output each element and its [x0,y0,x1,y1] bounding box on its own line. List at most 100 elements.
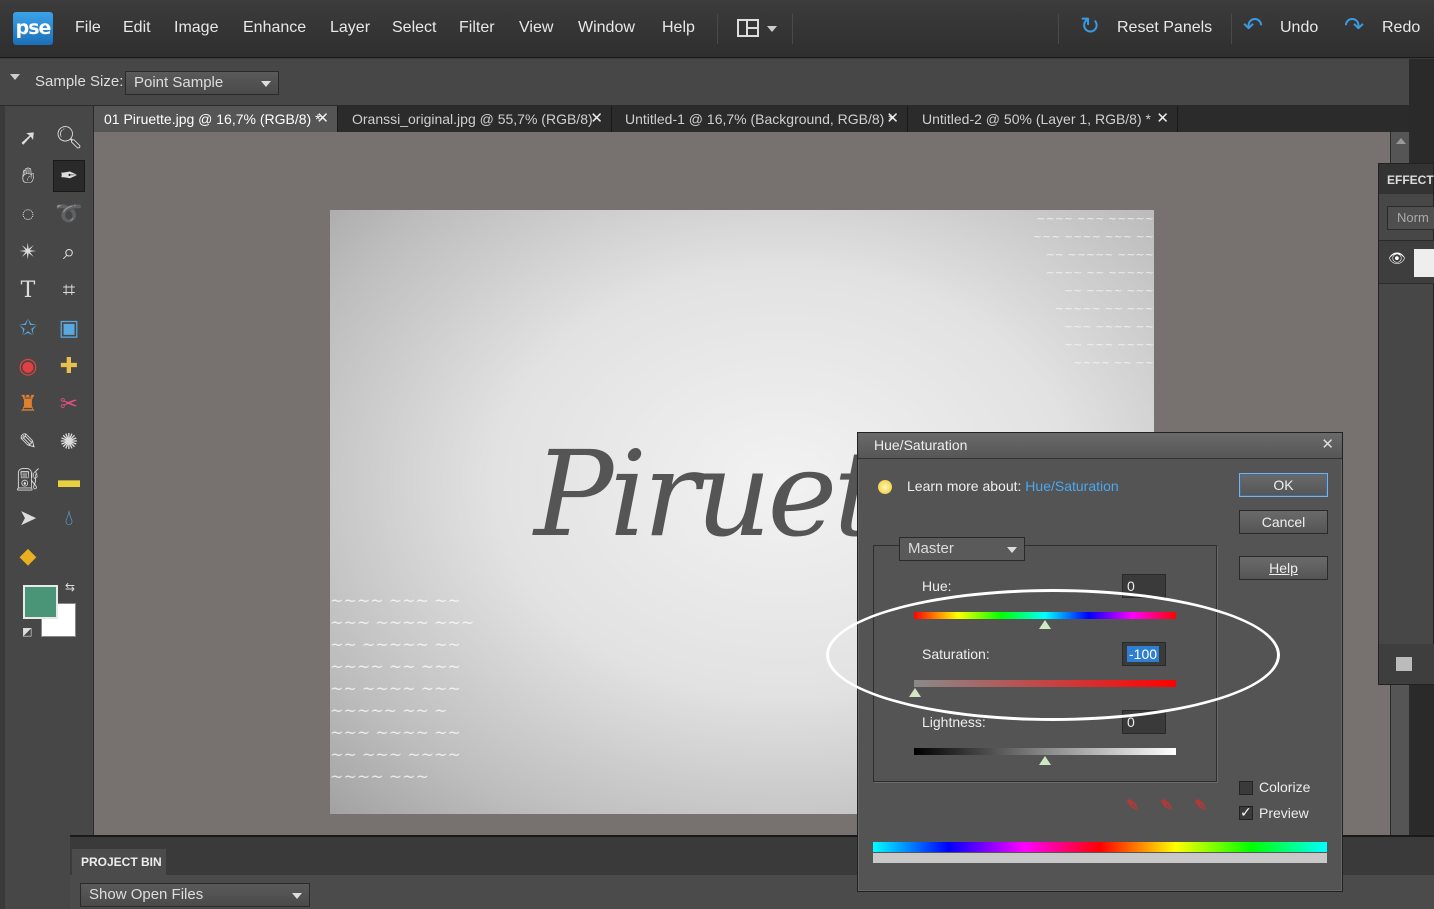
close-icon[interactable]: ✕ [316,106,329,132]
red-eye-tool-icon[interactable]: ◉ [12,350,44,382]
undo-button[interactable]: Undo [1280,19,1318,37]
sample-size-label: Sample Size: [35,73,124,90]
preview-label[interactable]: Preview [1259,805,1309,821]
blend-mode-select[interactable]: Norm [1387,206,1434,230]
hand-tool-icon[interactable]: ✋︎ [12,160,44,192]
saturation-field[interactable]: -100 [1122,642,1166,666]
edit-channel-value: Master [908,540,954,557]
blur-tool-icon[interactable]: 💧︎ [53,502,85,534]
tab-untitled-1[interactable]: Untitled-1 @ 16,7% (Background, RGB/8) *… [615,106,908,132]
colorize-label[interactable]: Colorize [1259,779,1310,795]
menu-select[interactable]: Select [392,19,436,37]
edit-channel-select[interactable]: Master [899,537,1025,561]
output-color-bar [873,853,1327,863]
show-files-value: Show Open Files [89,886,204,903]
tab-piruette[interactable]: 01 Piruette.jpg @ 16,7% (RGB/8) * ✕ [94,106,338,132]
zoom-tool-icon[interactable]: 🔍︎ [53,122,85,154]
close-icon[interactable]: ✕ [1156,106,1169,132]
menu-divider [1058,14,1059,44]
background-script-texture: ~~~~ ~~~ ~~ ~~~ ~~~~ ~~~ ~~ ~~~~~ ~~ ~~~~ ~… [330,591,475,786]
menu-edit[interactable]: Edit [123,19,151,37]
effects-footer [1379,644,1434,684]
photoshop-elements-window: pse File Edit Image Enhance Layer Select… [0,0,1434,909]
colorize-checkbox[interactable] [1239,781,1253,795]
smart-brush-tool-icon[interactable]: ✺ [53,426,85,458]
sample-size-select[interactable]: Point Sample [125,71,279,95]
ok-button[interactable]: OK [1239,473,1328,497]
foreground-color-swatch-front[interactable] [23,585,58,619]
type-tool-icon[interactable]: T [12,274,44,306]
magic-wand-tool-icon[interactable]: ✴ [12,236,44,268]
dialog-title-bar[interactable]: Hue/Saturation ✕ [858,433,1342,459]
menu-image[interactable]: Image [174,19,218,37]
menu-divider [717,14,718,44]
close-icon[interactable]: ✕ [886,106,899,132]
show-files-select[interactable]: Show Open Files [80,883,310,907]
shape-selection-tool-icon[interactable]: ➤ [12,502,44,534]
input-color-bar [873,842,1327,852]
layer-row[interactable]: 👁︎ [1379,240,1434,284]
tab-untitled-2[interactable]: Untitled-2 @ 50% (Layer 1, RGB/8) * ✕ [912,106,1178,132]
cancel-button[interactable]: Cancel [1239,510,1328,534]
scroll-up-icon[interactable] [1396,138,1406,144]
document-tabs: 01 Piruette.jpg @ 16,7% (RGB/8) * ✕ Oran… [94,106,1409,132]
tab-oranssi[interactable]: Oranssi_original.jpg @ 55,7% (RGB/8) ✕ [342,106,612,132]
lightness-field[interactable]: 0 [1122,710,1166,734]
menu-view[interactable]: View [519,19,553,37]
preview-checkbox[interactable] [1239,804,1253,821]
move-tool-icon[interactable]: ➚ [12,122,44,154]
new-layer-icon[interactable] [1396,657,1412,671]
chevron-down-icon [261,81,271,87]
lightness-slider-thumb[interactable] [1039,756,1051,765]
hue-slider-track[interactable] [914,612,1176,619]
marquee-tool-icon[interactable]: ◌ [12,198,44,230]
tab-label: Untitled-1 @ 16,7% (Background, RGB/8) * [625,111,894,127]
help-button[interactable]: Help [1239,556,1328,580]
layout-icon[interactable] [737,19,759,37]
eyedropper-tool-icon[interactable]: ✒ [53,160,85,192]
options-collapse-icon[interactable] [10,74,20,80]
chevron-down-icon[interactable] [767,26,777,32]
learn-more-prefix: Learn more about: [907,478,1022,494]
paint-bucket-tool-icon[interactable]: ⛽︎ [12,464,44,496]
saturation-slider-track[interactable] [914,680,1176,687]
effects-panel: EFFECTS Norm 👁︎ [1378,163,1434,685]
gradient-tool-icon[interactable]: ▬ [53,464,85,496]
lasso-tool-icon[interactable]: ➰ [53,198,85,230]
saturation-slider-thumb[interactable] [909,688,921,697]
undo-icon[interactable]: ↶ [1243,14,1263,40]
menu-filter[interactable]: Filter [459,19,495,37]
reset-icon[interactable]: ↻ [1080,14,1100,40]
menu-window[interactable]: Window [578,19,635,37]
lightness-slider-track[interactable] [914,748,1176,755]
redo-button[interactable]: Redo [1382,19,1420,37]
reset-panels-button[interactable]: Reset Panels [1117,19,1212,37]
eyedropper-minus-icon[interactable]: ✒ [1186,791,1216,821]
learn-more-link[interactable]: Hue/Saturation [1025,478,1118,494]
close-icon[interactable]: ✕ [590,106,603,132]
redo-icon[interactable]: ↷ [1344,14,1364,40]
cookie-cutter-tool-icon[interactable]: ✩ [12,312,44,344]
brush-tool-icon[interactable]: ✎ [12,426,44,458]
clone-stamp-tool-icon[interactable]: ♜ [12,388,44,420]
quick-selection-tool-icon[interactable]: ⌕ [53,236,85,268]
hue-slider-thumb[interactable] [1039,620,1051,629]
lightness-label: Lightness: [922,714,986,730]
menu-help[interactable]: Help [662,19,695,37]
straighten-tool-icon[interactable]: ▣ [53,312,85,344]
eyedropper-plus-icon[interactable]: ✒ [1152,791,1182,821]
swap-colors-icon[interactable]: ⇆ [65,580,75,594]
default-colors-icon[interactable]: ◩ [22,625,32,638]
healing-brush-tool-icon[interactable]: ✚ [53,350,85,382]
crop-tool-icon[interactable]: ⌗ [53,274,85,306]
tab-label: Oranssi_original.jpg @ 55,7% (RGB/8) [352,111,593,127]
menu-enhance[interactable]: Enhance [243,19,306,37]
menu-file[interactable]: File [75,19,101,37]
eraser-tool-icon[interactable]: ✂ [53,388,85,420]
eye-icon[interactable]: 👁︎ [1388,250,1406,267]
hue-field[interactable]: 0 [1122,574,1166,598]
close-icon[interactable]: ✕ [1321,433,1334,457]
menu-layer[interactable]: Layer [330,19,370,37]
eyedropper-icon[interactable]: ✒ [1118,791,1148,821]
sponge-tool-icon[interactable]: ◆ [12,540,44,572]
